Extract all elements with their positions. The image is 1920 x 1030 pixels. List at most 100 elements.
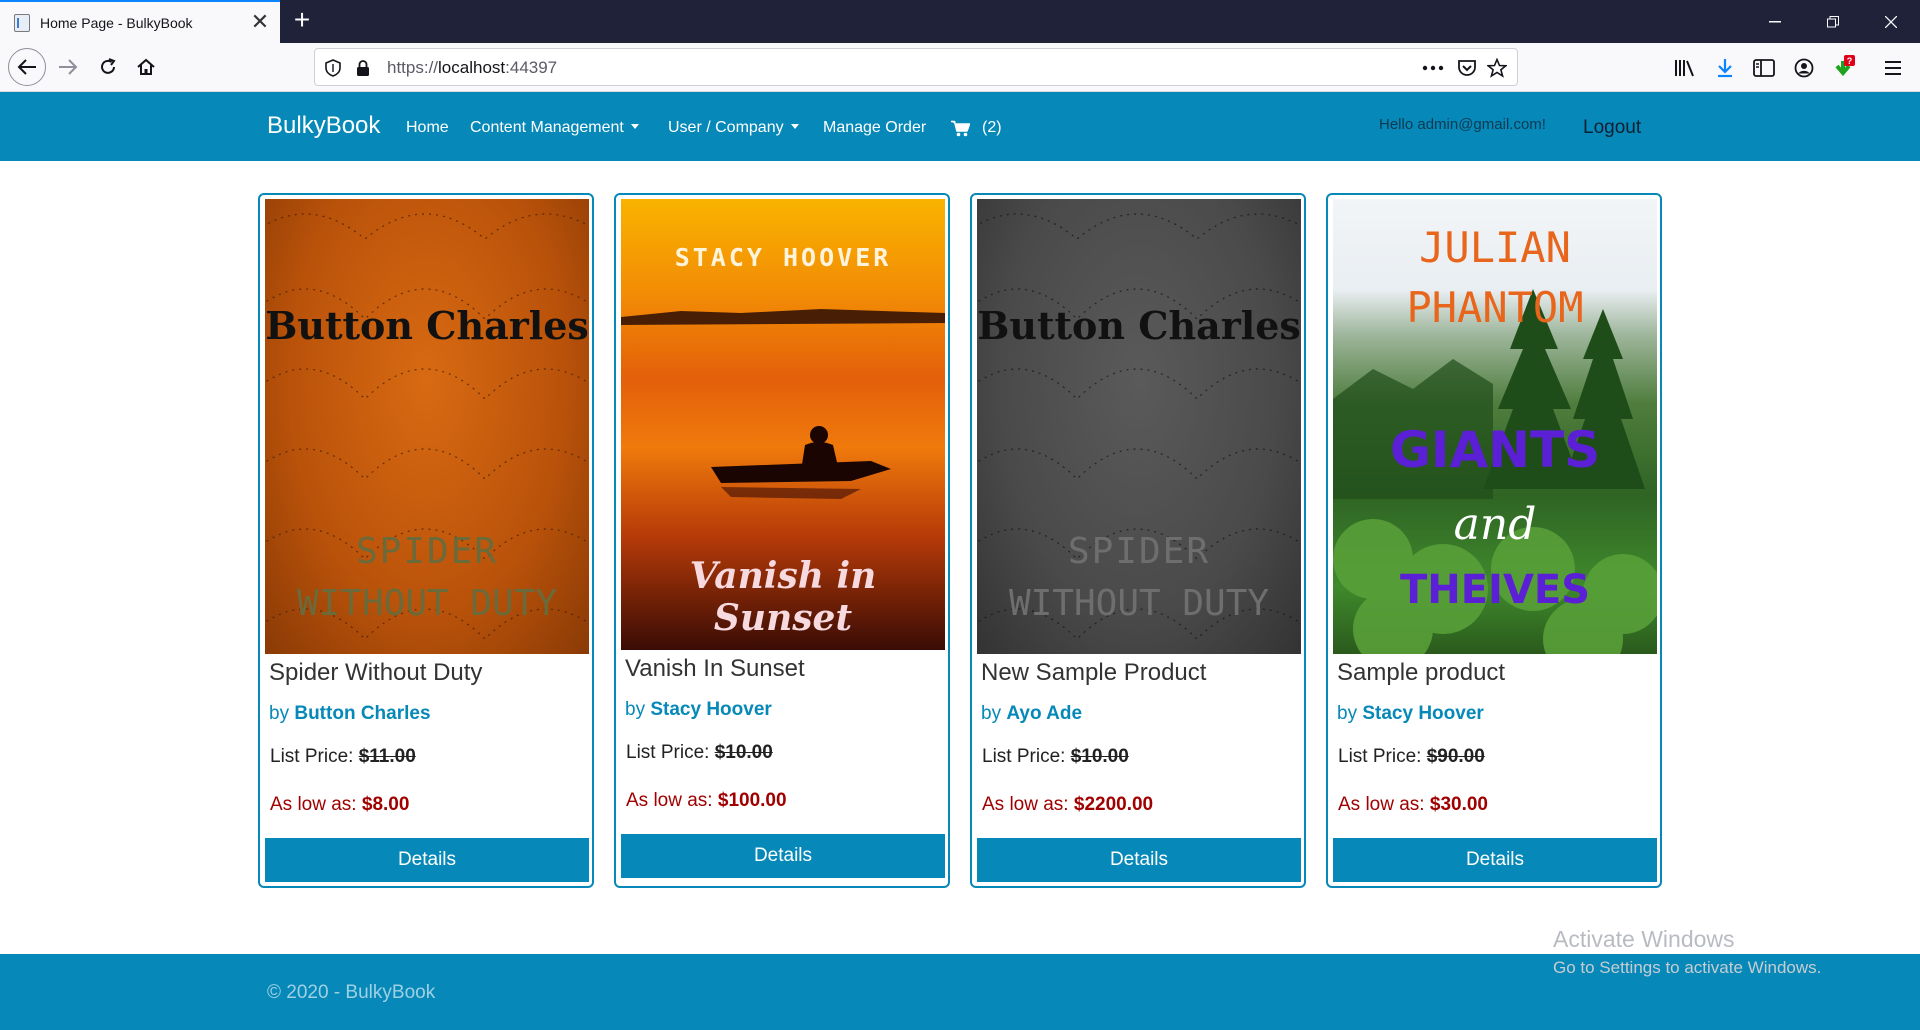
brand-link[interactable]: BulkyBook	[267, 112, 380, 140]
cover-title-line3: THEIVES	[1399, 567, 1591, 613]
new-tab-icon[interactable]: +	[288, 6, 316, 35]
cover-author-line1: JULIAN	[1419, 223, 1571, 272]
url-host: localhost	[438, 58, 506, 77]
site-navbar: BulkyBook Home Content Management User /…	[0, 92, 1920, 161]
nav-home[interactable]: Home	[406, 119, 449, 137]
cover-author-text: Button Charles	[977, 303, 1301, 348]
low-price-label: As low as:	[626, 790, 713, 811]
close-tab-icon[interactable]: ✕	[248, 10, 272, 35]
account-icon[interactable]	[1791, 55, 1817, 81]
list-price-value: $90.00	[1426, 746, 1485, 767]
browser-toolbar: https://localhost:44397 ?	[0, 43, 1920, 92]
reload-icon	[101, 58, 116, 74]
book-cover-image[interactable]: STACY HOOVER Vanish in Sunset	[621, 199, 945, 650]
by-label: by	[269, 703, 290, 724]
cover-title-line2: WITHOUT DUTY	[1008, 583, 1270, 624]
list-price: List Price: $90.00	[1338, 746, 1485, 768]
low-price-value: $30.00	[1429, 794, 1488, 815]
details-button[interactable]: Details	[265, 838, 589, 882]
download-badge: ?	[1847, 56, 1853, 66]
pocket-icon[interactable]	[1457, 58, 1477, 78]
home-icon	[137, 58, 155, 75]
reload-button[interactable]	[92, 51, 124, 83]
url-prefix: https://	[387, 58, 439, 77]
logout-button[interactable]: Logout	[1583, 117, 1641, 139]
author-name: Stacy Hoover	[1362, 703, 1484, 724]
browser-titlebar: Home Page - BulkyBook ✕ +	[0, 0, 1920, 43]
download-extension-icon[interactable]: ?	[1830, 55, 1856, 81]
restore-icon[interactable]	[1804, 0, 1862, 43]
details-button[interactable]: Details	[977, 838, 1301, 882]
greeting-text: Hello admin@gmail.com!	[1379, 116, 1546, 133]
list-price-value: $11.00	[358, 746, 416, 767]
menu-icon[interactable]	[1880, 55, 1906, 81]
list-price: List Price: $11.00	[270, 746, 416, 768]
product-card: Button Charles SPIDER WITHOUT DUTY Spide…	[258, 193, 594, 888]
downloads-icon[interactable]	[1712, 55, 1738, 81]
low-price: As low as: $100.00	[626, 790, 787, 812]
list-price-label: List Price:	[1338, 746, 1422, 767]
cover-author-line2: PHANTOM	[1406, 283, 1584, 332]
low-price: As low as: $8.00	[270, 794, 409, 816]
product-title[interactable]: New Sample Product	[981, 659, 1206, 687]
product-author: by Ayo Ade	[981, 703, 1082, 725]
cover-author-text: Button Charles	[265, 303, 589, 348]
shield-icon[interactable]	[323, 58, 343, 78]
author-name: Stacy Hoover	[650, 699, 772, 720]
page-favicon-icon	[14, 13, 30, 32]
sidebar-icon[interactable]	[1751, 55, 1777, 81]
product-card: Button Charles SPIDER WITHOUT DUTY New S…	[970, 193, 1306, 888]
details-button[interactable]: Details	[621, 834, 945, 878]
cover-author-text: STACY HOOVER	[674, 243, 892, 272]
low-price-label: As low as:	[1338, 794, 1425, 815]
library-icon[interactable]	[1672, 55, 1698, 81]
shopping-cart-icon	[951, 120, 970, 136]
list-price-value: $10.00	[1070, 746, 1129, 767]
nav-manage-order[interactable]: Manage Order	[823, 119, 926, 137]
product-title[interactable]: Spider Without Duty	[269, 659, 482, 687]
book-cover-image[interactable]: Button Charles SPIDER WITHOUT DUTY	[265, 199, 589, 654]
low-price-value: $8.00	[361, 794, 410, 815]
close-window-icon[interactable]	[1862, 0, 1920, 43]
url-text[interactable]: https://localhost:44397	[387, 58, 557, 78]
nav-user-company-label: User / Company	[668, 119, 784, 136]
activate-windows-title: Activate Windows	[1553, 926, 1735, 952]
minimize-icon[interactable]	[1746, 0, 1804, 43]
details-button[interactable]: Details	[1333, 838, 1657, 882]
nav-content-management[interactable]: Content Management	[470, 119, 639, 137]
product-author: by Button Charles	[269, 703, 431, 725]
author-name: Ayo Ade	[1006, 703, 1083, 724]
book-cover-image[interactable]: Button Charles SPIDER WITHOUT DUTY	[977, 199, 1301, 654]
lock-icon[interactable]	[353, 58, 373, 78]
cover-title-line1: SPIDER	[1067, 531, 1211, 572]
home-button[interactable]	[130, 51, 162, 83]
low-price-value: $100.00	[717, 790, 787, 811]
nav-cart[interactable]: (2)	[951, 119, 1002, 137]
list-price-label: List Price:	[270, 746, 354, 767]
bookmark-star-icon[interactable]	[1487, 58, 1507, 78]
back-button[interactable]	[8, 48, 46, 86]
activate-windows-subtitle: Go to Settings to activate Windows.	[1553, 958, 1822, 977]
product-author: by Stacy Hoover	[1337, 703, 1484, 725]
browser-tab[interactable]: Home Page - BulkyBook ✕	[0, 0, 280, 43]
forward-arrow-icon	[59, 59, 78, 75]
cart-count: (2)	[982, 119, 1002, 136]
nav-content-management-label: Content Management	[470, 119, 624, 136]
list-price-value: $10.00	[714, 742, 773, 763]
forward-button[interactable]	[52, 51, 84, 83]
address-bar[interactable]: https://localhost:44397	[314, 48, 1518, 86]
page-actions-icon[interactable]	[1419, 58, 1447, 78]
tab-title: Home Page - BulkyBook	[40, 14, 193, 31]
product-author: by Stacy Hoover	[625, 699, 772, 721]
product-title[interactable]: Vanish In Sunset	[625, 655, 805, 683]
low-price-value: $2200.00	[1073, 794, 1154, 815]
nav-user-company[interactable]: User / Company	[668, 119, 799, 137]
low-price-label: As low as:	[270, 794, 357, 815]
list-price-label: List Price:	[982, 746, 1066, 767]
cover-title-line2: and	[1453, 499, 1537, 550]
book-cover-image[interactable]: JULIAN PHANTOM GIANTS and THEIVES	[1333, 199, 1657, 654]
back-arrow-icon	[17, 59, 36, 75]
by-label: by	[981, 703, 1002, 724]
product-title[interactable]: Sample product	[1337, 659, 1505, 687]
low-price: As low as: $2200.00	[982, 794, 1153, 816]
